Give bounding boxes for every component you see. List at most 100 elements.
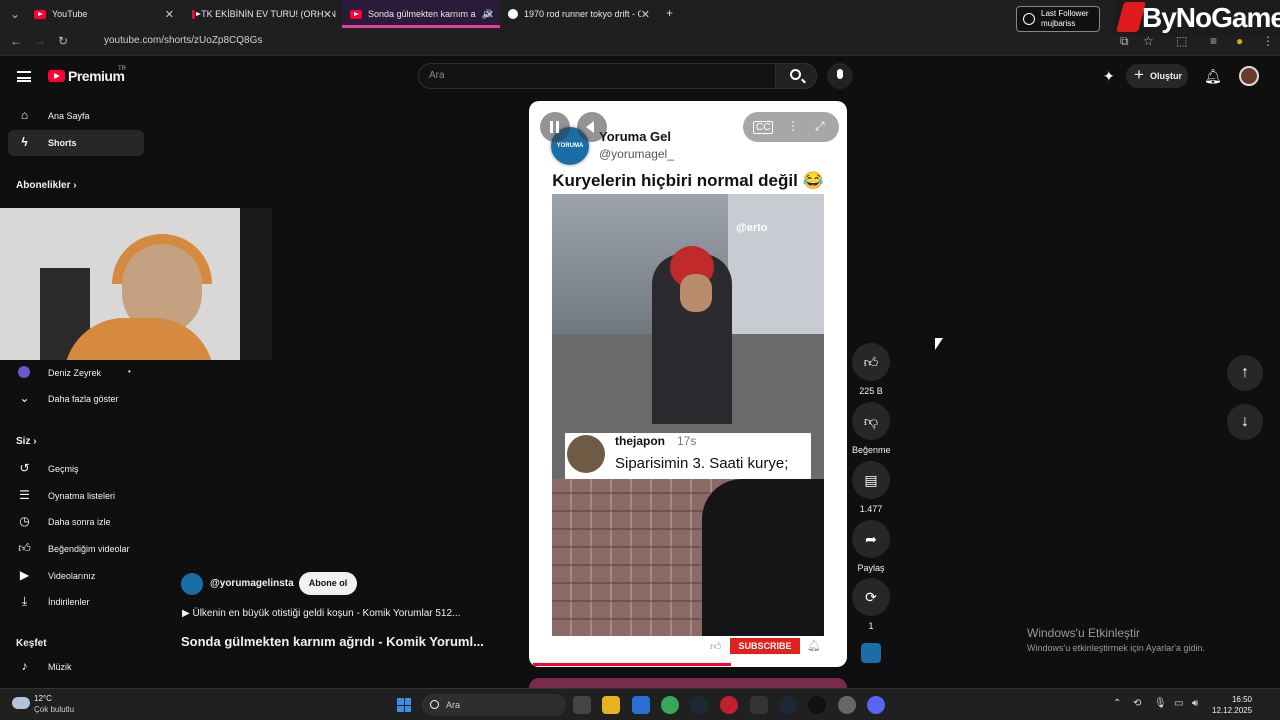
tray-volume-icon[interactable]: 🔊︎	[1192, 698, 1198, 709]
store-icon[interactable]	[632, 696, 650, 714]
search-input[interactable]: Ara	[418, 63, 776, 89]
tab-ev-turu[interactable]: TK EKİBİNİN EV TURU! (ORHAN ✕	[192, 0, 336, 28]
install-app-icon[interactable]: ⧉	[1120, 34, 1129, 49]
epic-games-icon[interactable]	[750, 696, 768, 714]
taskbar-clock[interactable]: 16:50 12.12.2025	[1212, 694, 1252, 716]
previous-short-button[interactable]: ↑	[1227, 355, 1263, 391]
search-button[interactable]	[775, 63, 817, 89]
file-explorer-icon[interactable]	[602, 696, 620, 714]
pause-button[interactable]	[540, 112, 570, 142]
account-avatar[interactable]	[1239, 66, 1259, 86]
tab-list-chevron-icon[interactable]: ⌄	[10, 7, 20, 21]
extensions-icon[interactable]: ⬚	[1176, 34, 1187, 48]
like-action[interactable]: 👍︎ 225 B	[852, 343, 890, 396]
youtube-logo-icon[interactable]	[48, 70, 65, 82]
sidebar-item-shorts[interactable]: ϟ Shorts	[8, 130, 144, 156]
sidebar-item-history[interactable]: ↺ Geçmiş	[8, 456, 144, 482]
tab-active-short[interactable]: Sonda gülmekten karnım a 🔊 ✕	[342, 0, 500, 28]
url-text[interactable]: youtube.com/shorts/zUoZp8CQ8Gs	[104, 35, 262, 46]
logo-text[interactable]: Premium	[68, 68, 125, 84]
reload-icon[interactable]: ↻	[58, 34, 68, 48]
discord-icon[interactable]	[867, 696, 885, 714]
comment-icon[interactable]: ▤	[852, 461, 890, 499]
steam-icon[interactable]	[690, 696, 708, 714]
share-icon[interactable]: ➦	[852, 520, 890, 558]
profile-icon[interactable]: ●	[1236, 34, 1243, 48]
user-icon	[1023, 13, 1035, 25]
sidebar-item-label: Videolarınız	[48, 571, 96, 581]
more-options-icon[interactable]: ⋮	[787, 119, 799, 133]
tab-google-search[interactable]: 1970 rod runner tokyo drift - G ✕	[508, 0, 654, 28]
weather-desc[interactable]: Çok bulutlu	[34, 705, 74, 714]
tab-title: Sonda gülmekten karnım a	[368, 9, 476, 19]
channel-avatar[interactable]	[181, 573, 203, 595]
close-tab-icon[interactable]: ✕	[485, 8, 494, 21]
subscribe-button[interactable]: Abone ol	[299, 572, 357, 595]
cast-sparkle-icon[interactable]: ✦	[1103, 68, 1115, 85]
cloud-icon[interactable]	[12, 697, 30, 709]
tray-sync-icon[interactable]: ⟲	[1133, 698, 1141, 709]
related-video-link[interactable]: ▶ Ülkenin en büyük otistiği geldi koşun …	[182, 608, 460, 619]
short-title[interactable]: Sonda gülmekten karnım ağrıdı - Komik Yo…	[181, 634, 484, 649]
sidebar-item-your-videos[interactable]: ▶ Videolarınız	[8, 563, 144, 589]
tray-chevron-up-icon[interactable]: ⌃	[1113, 698, 1121, 709]
sidebar-item-downloads[interactable]: ⤓ İndirilenler	[8, 589, 144, 615]
sidebar-show-more[interactable]: ⌄ Daha fazla göster	[8, 386, 144, 412]
remix-icon[interactable]: ⟳	[852, 578, 890, 616]
sidebar-item-watch-later[interactable]: ◷ Daha sonra izle	[8, 509, 144, 535]
share-action[interactable]: ➦ Paylaş	[852, 520, 890, 573]
dislike-action[interactable]: 👎︎ Beğenme	[852, 402, 891, 455]
task-view-icon[interactable]	[573, 696, 591, 714]
video-frame: @erto	[552, 194, 824, 636]
weather-temp[interactable]: 12°C	[34, 694, 52, 703]
taskbar-search-input[interactable]: Ara	[422, 694, 566, 716]
sound-channel-avatar[interactable]	[861, 643, 881, 663]
close-tab-icon[interactable]: ✕	[322, 7, 332, 21]
remix-action[interactable]: ⟳ 1	[852, 578, 890, 631]
you-heading[interactable]: Siz ›	[16, 436, 37, 447]
tray-network-icon[interactable]: ▭	[1174, 698, 1183, 709]
settings-gear-icon[interactable]	[838, 696, 856, 714]
new-tab-button[interactable]: +	[666, 6, 673, 20]
chrome-icon[interactable]	[661, 696, 679, 714]
thumbs-up-icon[interactable]: 👍︎	[852, 343, 890, 381]
close-tab-icon[interactable]: ✕	[640, 7, 650, 21]
next-short-button[interactable]: ↓	[1227, 404, 1263, 440]
sidebar-item-music[interactable]: ♪ Müzik	[8, 654, 144, 680]
sidebar-item-label: Oynatma listeleri	[48, 491, 116, 501]
menu-dots-icon[interactable]: ⋮	[1262, 34, 1274, 48]
subscriptions-heading[interactable]: Abonelikler ›	[16, 180, 77, 191]
obs-icon[interactable]	[808, 696, 826, 714]
create-button[interactable]: Oluştur	[1126, 63, 1188, 88]
tab-youtube[interactable]: YouTube ✕	[34, 0, 178, 28]
voice-search-icon[interactable]	[827, 63, 853, 89]
sidebar-item-deniz-zeyrek[interactable]: Deniz Zeyrek •	[8, 360, 144, 386]
sidebar-item-home[interactable]: ⌂ Ana Sayfa	[8, 103, 144, 129]
you-heading-text: Siz	[16, 436, 31, 447]
tray-mic-icon[interactable]: 🎙︎	[1154, 698, 1167, 709]
shorts-player[interactable]: YORUMA GEL Yoruma Gel @yorumagel_ Kuryel…	[529, 101, 847, 667]
sidebar-item-playlists[interactable]: ☰ Oynatma listeleri	[8, 483, 144, 509]
windows-start-icon[interactable]	[397, 698, 411, 712]
volume-button[interactable]	[577, 112, 607, 142]
fullscreen-icon[interactable]: ⤢	[815, 119, 825, 134]
menu-hamburger-icon[interactable]	[17, 71, 31, 82]
bookmark-star-icon[interactable]: ☆	[1143, 34, 1154, 48]
post-channel-handle: @yorumagel_	[599, 147, 674, 161]
close-tab-icon[interactable]: ✕	[165, 8, 174, 21]
playback-progress-bar[interactable]	[533, 663, 732, 666]
thumbs-down-icon[interactable]: 👎︎	[852, 402, 890, 440]
comment-overlay: thejapon 17s Siparisimin 3. Saati kurye;	[565, 433, 811, 479]
forward-icon[interactable]: →	[34, 34, 46, 48]
thumbs-up-icon: 👍︎	[710, 641, 722, 653]
notifications-bell-icon[interactable]: 🔔︎	[1204, 68, 1222, 85]
steam-icon[interactable]	[779, 696, 797, 714]
captions-icon[interactable]: CC	[753, 121, 774, 134]
sidebar-item-liked-videos[interactable]: 👍︎ Beğendiğim videolar	[8, 536, 144, 562]
media-controls-icon[interactable]: ≡	[1210, 34, 1217, 48]
app-icon[interactable]	[720, 696, 738, 714]
channel-handle[interactable]: @yorumagelinsta	[210, 578, 294, 589]
comments-action[interactable]: ▤ 1.477	[852, 461, 890, 514]
back-icon[interactable]: ←	[10, 34, 22, 48]
sidebar-item-label: Daha fazla göster	[48, 394, 119, 404]
